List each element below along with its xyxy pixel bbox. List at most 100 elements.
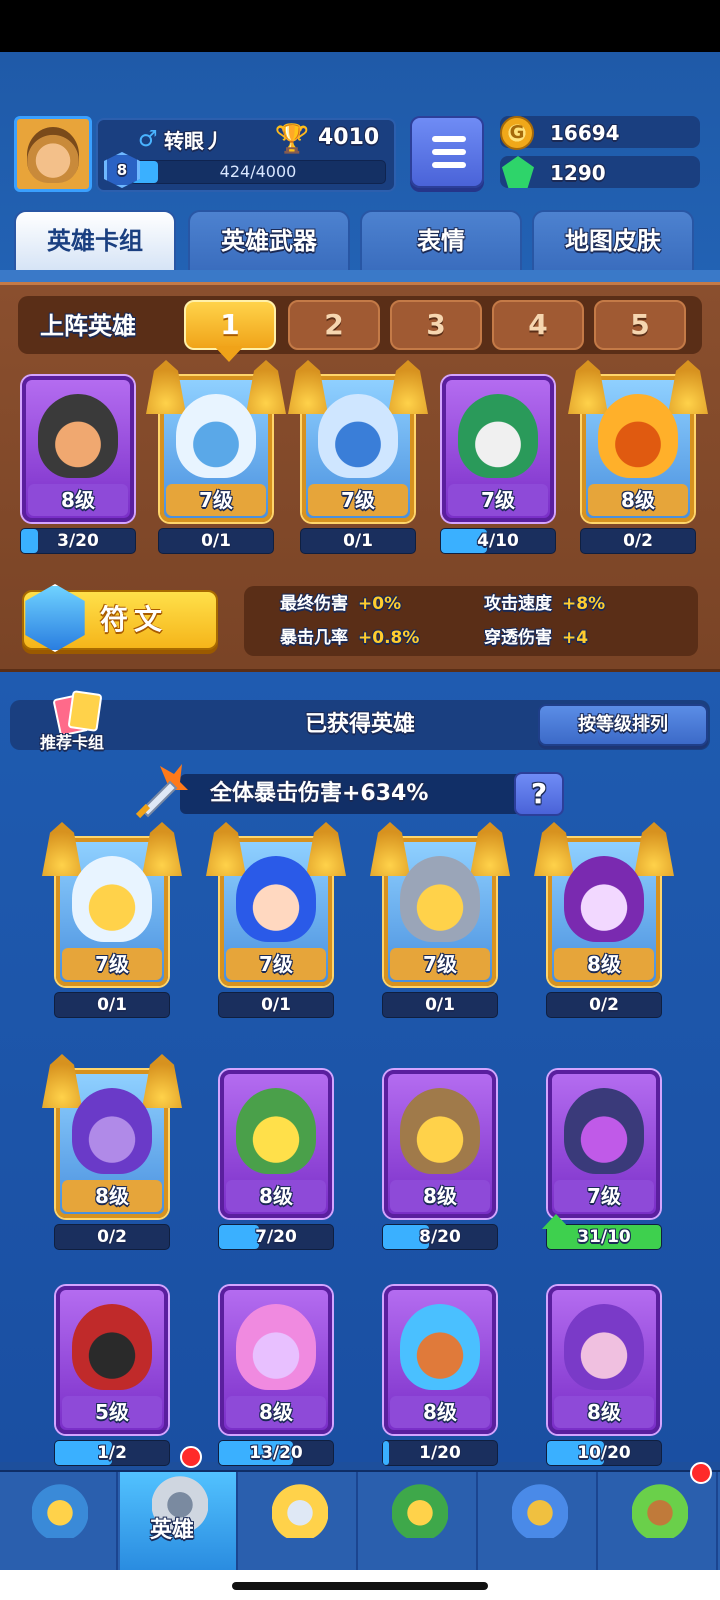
hero-level: 5级 [62, 1396, 162, 1428]
lineup-title: 上阵英雄 [40, 312, 136, 340]
hero-card[interactable]: 8级 [22, 376, 134, 522]
help-button[interactable]: ? [514, 772, 564, 816]
hero-level: 8级 [554, 948, 654, 980]
tab-hero-weapons[interactable]: 英雄武器 [188, 210, 350, 272]
hero-card[interactable]: 8级 [384, 1070, 496, 1218]
stat-final-damage: 最终伤害 +0% [280, 592, 401, 616]
star-hat-officer-icon [563, 1087, 645, 1174]
blue-hair-girl-icon [235, 855, 317, 942]
recommended-deck-button[interactable] [52, 690, 108, 737]
hero-card-progress-text: 3/20 [57, 531, 99, 551]
friends-banner-icon [512, 1482, 568, 1538]
hero-card[interactable]: 8级 [568, 360, 708, 522]
hero-card-progress-text: 0/1 [343, 531, 373, 551]
hero-level: 7级 [166, 484, 266, 516]
stat-bonus: +0% [358, 594, 402, 614]
lineup-slot-3[interactable]: 3 [390, 300, 482, 350]
robot-knight-icon [399, 855, 481, 942]
tab-bar-divider [0, 270, 720, 282]
hero-card-progress-text: 0/1 [97, 995, 127, 1015]
green-robot-icon [235, 1087, 317, 1174]
hero-card-progress-text: 1/20 [419, 1443, 461, 1463]
recommended-deck-label[interactable]: 推荐卡组 [40, 732, 104, 754]
ice-king-icon [317, 393, 399, 479]
home-indicator[interactable] [232, 1582, 488, 1590]
hero-card-progress: 8/20 [382, 1224, 498, 1250]
hero-level: 7级 [62, 948, 162, 980]
trophy-icon: 🏆 [274, 122, 310, 155]
hero-card[interactable]: 8级 [220, 1286, 332, 1434]
nav-shop[interactable] [0, 1472, 118, 1570]
hero-card[interactable]: 7级 [442, 376, 554, 522]
hero-card-progress: 0/1 [300, 528, 416, 554]
hero-level: 8级 [28, 484, 128, 516]
nav-rank[interactable] [360, 1472, 478, 1570]
menu-line-icon [432, 149, 466, 155]
hero-card-progress-text: 0/2 [589, 995, 619, 1015]
lineup-slot-1[interactable]: 1 [184, 300, 276, 350]
yeti-icon [175, 393, 257, 479]
menu-button[interactable] [410, 116, 484, 188]
lineup-slot-2[interactable]: 2 [288, 300, 380, 350]
hero-level: 8级 [226, 1396, 326, 1428]
hero-card-progress-text: 0/1 [425, 995, 455, 1015]
male-gender-icon: ♂ [138, 127, 158, 152]
hero-card-progress: 0/2 [580, 528, 696, 554]
nav-garden[interactable] [600, 1472, 718, 1570]
hero-card-progress: 1/2 [54, 1440, 170, 1466]
green-hat-ghost-icon [457, 393, 539, 479]
tab-emotes[interactable]: 表情 [360, 210, 522, 272]
gold-value: 16694 [550, 121, 620, 145]
pumpkin-icon [597, 393, 679, 479]
hero-card-progress-text: 10/20 [577, 1443, 631, 1463]
menu-line-icon [432, 136, 466, 142]
hero-card[interactable]: 7级 [206, 822, 346, 986]
notification-dot-icon [180, 1446, 202, 1468]
status-bar [0, 0, 720, 52]
hero-card[interactable]: 5级 [56, 1286, 168, 1434]
rune-label: 符文 [100, 603, 169, 636]
tab-map-skins[interactable]: 地图皮肤 [532, 210, 694, 272]
hero-level: 8级 [390, 1180, 490, 1212]
stat-bonus: +4 [562, 628, 589, 648]
hero-card[interactable]: 7级 [146, 360, 286, 522]
card-stack-icon [67, 690, 103, 732]
nav-battle[interactable] [240, 1472, 358, 1570]
hero-level: 8级 [588, 484, 688, 516]
hero-card-progress: 1/20 [382, 1440, 498, 1466]
hero-card-progress: 7/20 [218, 1224, 334, 1250]
stat-attack-speed: 攻击速度 +8% [484, 592, 605, 616]
nav-social[interactable] [480, 1472, 598, 1570]
tab-hero-deck[interactable]: 英雄卡组 [14, 210, 176, 272]
hero-card[interactable]: 8级 [548, 1286, 660, 1434]
blue-brute-icon [399, 1303, 481, 1390]
hero-card[interactable]: 8级 [220, 1070, 332, 1218]
flaming-sword-icon [135, 764, 188, 819]
sort-by-level-button[interactable]: 按等级排列 [538, 704, 708, 746]
hero-level: 7级 [448, 484, 548, 516]
lineup-slot-5[interactable]: 5 [594, 300, 686, 350]
hero-card[interactable]: 7级 [42, 822, 182, 986]
hero-card[interactable]: 8级 [534, 822, 674, 986]
hero-card[interactable]: 7级 [288, 360, 428, 522]
avatar-portrait-icon [27, 127, 79, 183]
hero-card-progress-text: 4/10 [477, 531, 519, 551]
hero-level: 7级 [308, 484, 408, 516]
skull-reaper-icon [563, 855, 645, 942]
hero-card[interactable]: 7级 [370, 822, 510, 986]
lineup-slot-4[interactable]: 4 [492, 300, 584, 350]
hero-card[interactable]: 7级 [548, 1070, 660, 1218]
avatar[interactable] [14, 116, 92, 192]
crit-damage-text: 全体暴击伤害+634% [210, 781, 429, 806]
gold-coin-icon: G [500, 116, 534, 150]
hero-card-progress: 0/2 [546, 992, 662, 1018]
stat-name: 暴击几率 [280, 628, 348, 648]
hero-card[interactable]: 8级 [42, 1054, 182, 1218]
hero-card-progress: 0/1 [158, 528, 274, 554]
stat-penetration: 穿透伤害 +4 [484, 626, 588, 650]
hero-card[interactable]: 8级 [384, 1286, 496, 1434]
xp-text: 424/4000 [219, 162, 297, 181]
hero-level: 8级 [554, 1396, 654, 1428]
hero-card-progress-text: 0/2 [623, 531, 653, 551]
hero-card-progress-text: 0/1 [201, 531, 231, 551]
